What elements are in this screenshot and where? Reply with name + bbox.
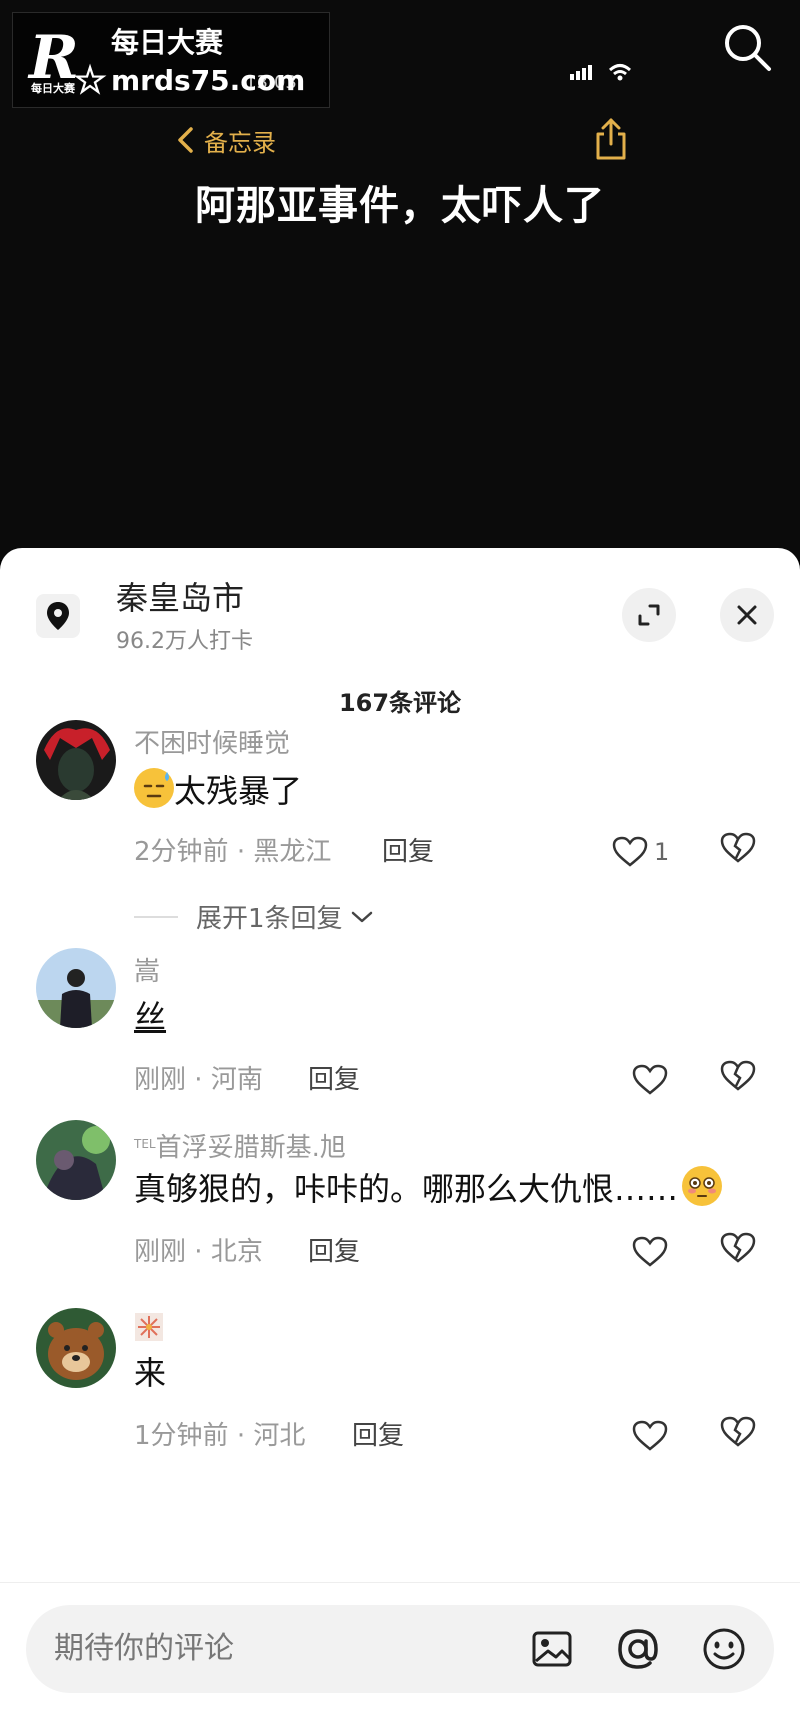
comment-count: 167条评论 [338,689,462,717]
video-title: 阿那亚事件，太吓人了 [195,183,605,229]
expand-button[interactable] [622,588,676,642]
watermark-url: mrds75.com [111,64,306,97]
comment-meta: 刚刚 · 北京 [134,1237,263,1267]
reply-button[interactable]: 回复 [308,1064,360,1096]
expand-icon [638,604,660,626]
comment-input[interactable]: 期待你的评论 [26,1605,774,1693]
heart-icon [632,1420,668,1451]
location-checkins: 96.2万人打卡 [116,629,253,654]
video-area[interactable]: R ☆ 每日大赛 每日大赛 13:03 mrds75.com 备忘录 阿那亚事件… [0,0,800,560]
chevron-down-icon [351,911,372,922]
comment-text-content: 真够狠的，咔咔的。哪那么大仇恨…… [134,1170,679,1208]
location-name[interactable]: 秦皇岛市 [116,578,244,618]
like-button[interactable]: 1 [612,832,669,872]
comment-text: 真够狠的，咔咔的。哪那么大仇恨…… [134,1166,723,1210]
watermark: R ☆ 每日大赛 每日大赛 13:03 mrds75.com [12,12,330,108]
like-button[interactable] [632,1060,668,1100]
avatar[interactable] [36,1308,116,1388]
comment-sheet: 秦皇岛市 96.2万人打卡 167条评论 不困时候睡觉 太残暴了 2分钟前 · … [0,548,800,1710]
heart-icon [632,1064,668,1095]
comment-username[interactable] [134,1312,164,1350]
comment-username[interactable]: TEL首浮妥腊斯基.旭 [134,1128,346,1164]
comment-text: 丝 [134,998,167,1036]
flushed-emoji [682,1166,723,1206]
comment-text-content: 太残暴了 [174,772,303,810]
image-icon[interactable] [528,1625,576,1673]
location-pin-icon[interactable] [36,594,80,638]
comment-username[interactable]: 嵩 [134,956,160,988]
comment-meta: 2分钟前 · 黑龙江 [134,837,332,867]
comment-meta: 1分钟前 · 河北 [134,1421,306,1451]
notes-back-button: 备忘录 [176,122,276,158]
like-button[interactable] [632,1232,668,1272]
avatar[interactable] [36,720,116,800]
share-icon [592,116,630,162]
heart-icon [632,1236,668,1267]
reply-button[interactable]: 回复 [352,1420,404,1452]
notes-back-label: 备忘录 [204,128,276,157]
search-icon[interactable] [720,20,774,74]
like-count: 1 [654,838,670,866]
comment-text: 来 [134,1354,167,1392]
broken-heart-icon[interactable] [720,1416,760,1456]
watermark-title: 每日大赛 [111,26,224,59]
emoji-icon[interactable] [700,1625,748,1673]
at-mention-icon[interactable] [614,1625,662,1673]
comment-meta: 刚刚 · 河南 [134,1065,263,1095]
reply-button[interactable]: 回复 [382,836,434,868]
expand-replies-button[interactable]: 展开1条回复 [134,898,375,935]
fireworks-icon [135,1313,163,1341]
watermark-logo: R ☆ 每日大赛 [29,23,108,102]
close-button[interactable] [720,588,774,642]
comment-input-bar: 期待你的评论 [0,1582,800,1710]
avatar[interactable] [36,948,116,1028]
heart-icon [612,836,648,867]
cold-sweat-emoji [134,768,174,808]
comment-input-placeholder: 期待你的评论 [54,1631,234,1666]
broken-heart-icon[interactable] [720,832,760,872]
broken-heart-icon[interactable] [720,1232,760,1272]
close-icon [737,605,757,625]
broken-heart-icon[interactable] [720,1060,760,1100]
comment-username[interactable]: 不困时候睡觉 [134,728,290,760]
reply-button[interactable]: 回复 [308,1236,360,1268]
chevron-left-icon [178,127,193,153]
status-icons [568,60,638,84]
signal-icon [570,64,632,81]
comment-text: 太残暴了 [134,768,302,812]
avatar[interactable] [36,1120,116,1200]
like-button[interactable] [632,1416,668,1456]
